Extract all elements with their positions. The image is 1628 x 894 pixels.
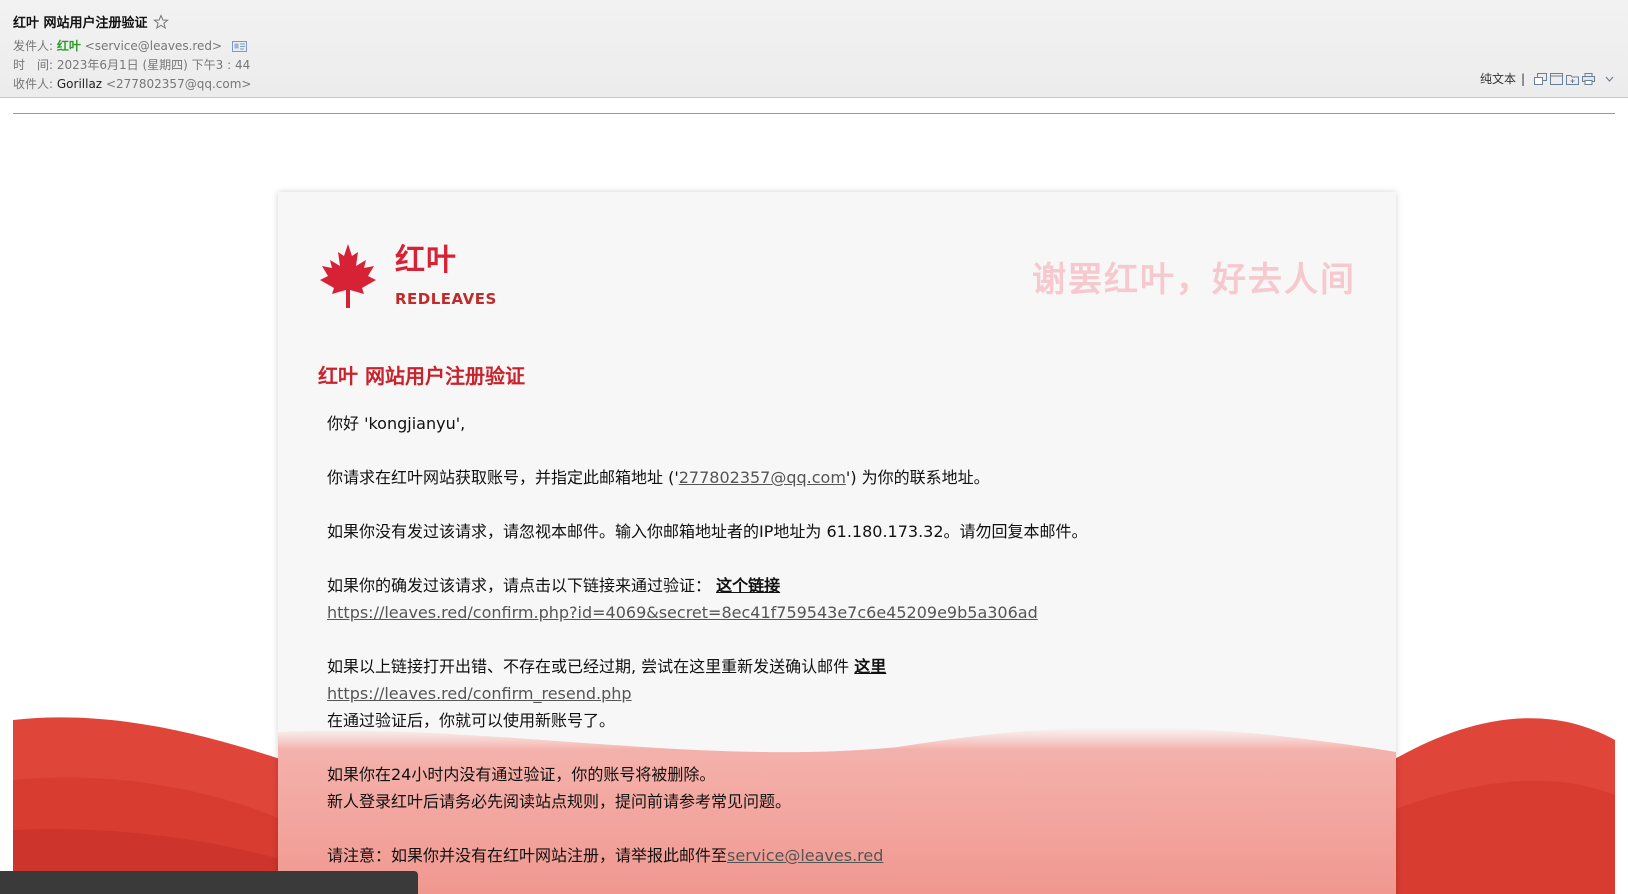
plain-text-button[interactable]: 纯文本: [1480, 70, 1516, 87]
paragraph-confirm: 如果你的确发过该请求，请点击以下链接来通过验证： 这个链接: [327, 572, 1357, 599]
email-heading: 红叶 网站用户注册验证: [318, 364, 525, 388]
contact-card-icon[interactable]: [231, 41, 247, 52]
resend-url-link[interactable]: https://leaves.red/confirm_resend.php: [327, 684, 632, 703]
contact-email-link[interactable]: 277802357@qq.com: [679, 468, 846, 487]
slogan: 谢罢红叶，好去人间: [1032, 260, 1356, 300]
from-label: 发件人:: [13, 39, 54, 53]
to-label: 收件人:: [13, 77, 54, 91]
subject-line: 红叶 网站用户注册验证: [13, 12, 169, 31]
sender-name[interactable]: 红叶: [57, 39, 81, 53]
brand-logo: 红叶 REDLEAVES: [318, 242, 497, 310]
paragraph-rules: 新人登录红叶后请务必先阅读站点规则，提问前请参考常见问题。: [327, 792, 792, 811]
toolbar-separator: |: [1520, 71, 1525, 86]
email-body-card: 红叶 REDLEAVES 谢罢红叶，好去人间 红叶 网站用户注册验证 你好 'k…: [278, 192, 1396, 894]
brand-name-cn: 红叶: [395, 243, 457, 278]
chevron-down-icon[interactable]: [1603, 73, 1616, 85]
paragraph-request: 你请求在红叶网站获取账号，并指定此邮箱地址 ('277802357@qq.com…: [327, 464, 1357, 491]
folder-icon[interactable]: [1566, 73, 1579, 85]
paragraph-deadline: 如果你在24小时内没有通过验证，你的账号将被删除。: [327, 765, 716, 784]
confirm-url-link[interactable]: https://leaves.red/confirm.php?id=4069&s…: [327, 603, 1038, 622]
window-icon[interactable]: [1534, 72, 1547, 85]
resend-url-line: https://leaves.red/confirm_resend.php: [327, 680, 1357, 707]
confirm-url-line: https://leaves.red/confirm.php?id=4069&s…: [327, 599, 1357, 626]
paragraph-after-verify: 在通过验证后，你就可以使用新账号了。: [327, 711, 616, 730]
greeting: 你好 'kongjianyu',: [327, 414, 466, 433]
paragraph-request-text-b: ') 为你的联系地址。: [845, 468, 990, 487]
recipient-name[interactable]: Gorillaz: [57, 77, 102, 91]
confirm-link-label[interactable]: 这个链接: [716, 576, 780, 595]
brand-name-en: REDLEAVES: [395, 290, 497, 308]
time-row: 时 间: 2023年6月1日 (星期四) 下午3 : 44: [13, 56, 250, 73]
print-icon[interactable]: [1582, 72, 1595, 85]
bottom-status-bar: [0, 871, 418, 894]
from-row: 发件人: 红叶 <service@leaves.red>: [13, 37, 247, 54]
sender-address[interactable]: <service@leaves.red>: [85, 39, 222, 53]
time-label: 时 间:: [13, 58, 54, 72]
email-subject: 红叶 网站用户注册验证: [13, 16, 148, 31]
recipient-address[interactable]: <277802357@qq.com>: [106, 77, 252, 91]
mail-toolbar: 纯文本 |: [1480, 70, 1616, 87]
paragraph-resend: 如果以上链接打开出错、不存在或已经过期, 尝试在这里重新发送确认邮件 这里: [327, 653, 1357, 680]
header-divider: [13, 113, 1615, 114]
brand-text: 红叶 REDLEAVES: [395, 243, 497, 309]
maple-leaf-icon: [320, 244, 376, 308]
star-icon[interactable]: [152, 13, 169, 30]
paragraph-ignore: 如果你没有发过该请求，请忽视本邮件。输入你邮箱地址者的IP地址为 61.180.…: [327, 522, 1088, 541]
email-view: 红叶 网站用户注册验证 发件人: 红叶 <service@leaves.red>…: [0, 0, 1628, 894]
email-content: 你好 'kongjianyu', 你请求在红叶网站获取账号，并指定此邮箱地址 (…: [327, 410, 1357, 869]
sent-time: 2023年6月1日 (星期四) 下午3 : 44: [56, 58, 251, 72]
paragraph-report: 请注意：如果你并没有在红叶网站注册，请举报此邮件至service@leaves.…: [327, 842, 1357, 869]
paragraph-report-text: 请注意：如果你并没有在红叶网站注册，请举报此邮件至: [327, 846, 728, 865]
paragraph-request-text-a: 你请求在红叶网站获取账号，并指定此邮箱地址 (': [327, 468, 679, 487]
paragraph-confirm-text: 如果你的确发过该请求，请点击以下链接来通过验证：: [327, 576, 712, 595]
paragraph-resend-text: 如果以上链接打开出错、不存在或已经过期, 尝试在这里重新发送确认邮件: [327, 657, 850, 676]
to-row: 收件人: Gorillaz <277802357@qq.com>: [13, 75, 251, 92]
report-email-link[interactable]: service@leaves.red: [727, 846, 883, 865]
mail-header: 红叶 网站用户注册验证 发件人: 红叶 <service@leaves.red>…: [0, 0, 1628, 98]
new-window-icon[interactable]: [1550, 72, 1563, 85]
resend-link-label[interactable]: 这里: [854, 657, 886, 676]
